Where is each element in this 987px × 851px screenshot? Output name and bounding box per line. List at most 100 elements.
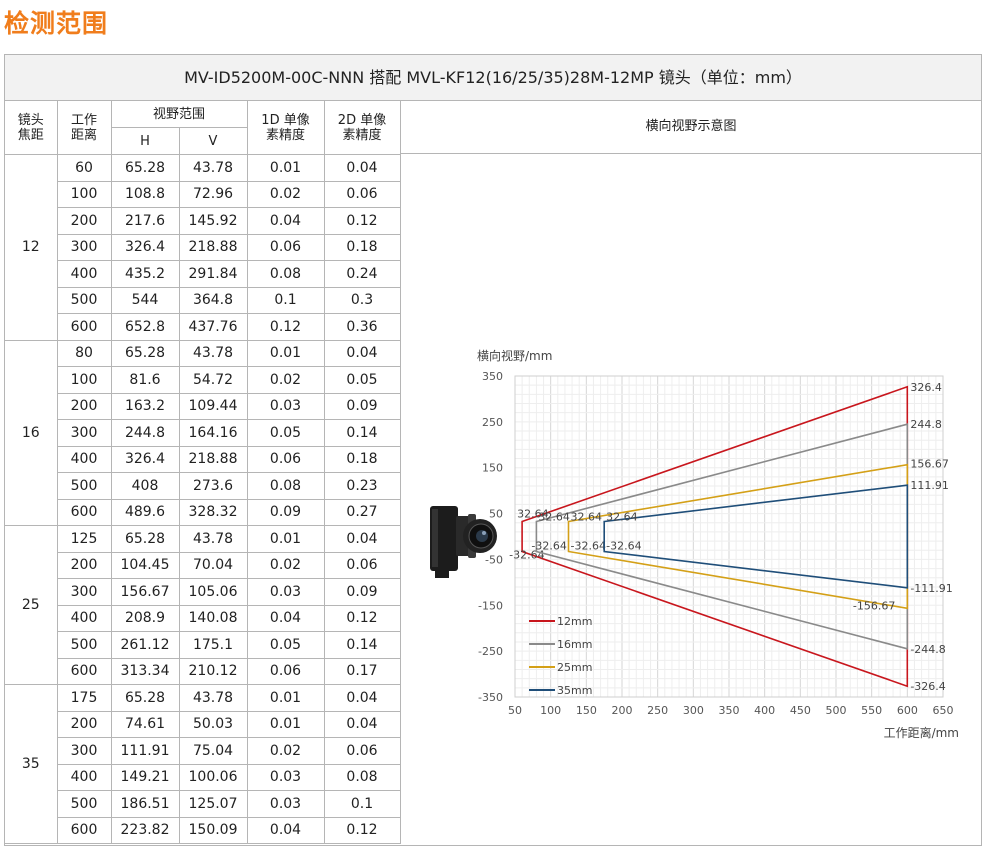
precision-2d-cell: 0.05: [323, 366, 401, 394]
near-label-neg: -32.64: [571, 539, 606, 552]
precision-2d-cell: 0.23: [323, 472, 401, 500]
precision-2d-cell: 0.09: [323, 392, 401, 420]
fov-h-cell: 489.6: [110, 498, 180, 526]
fov-h-cell: 326.4: [110, 233, 180, 261]
precision-1d-cell: 0.03: [246, 790, 325, 818]
precision-1d-cell: 0.02: [246, 551, 325, 579]
x-tick-label: 600: [897, 704, 918, 717]
precision-2d-cell: 0.12: [323, 604, 401, 632]
header-working-distance: 工作 距离: [56, 100, 112, 155]
fov-h-cell: 261.12: [110, 631, 180, 659]
precision-1d-cell: 0.03: [246, 578, 325, 606]
table-row: 500 544 364.8 0.1 0.3: [5, 286, 401, 314]
x-axis-title: 工作距离/mm: [884, 725, 959, 740]
fov-v-cell: 328.32: [178, 498, 248, 526]
table-row: 300 111.91 75.04 0.02 0.06: [5, 737, 401, 765]
table-row: 600 652.8 437.76 0.12 0.36: [5, 313, 401, 341]
near-label-pos: 32.64: [538, 511, 570, 524]
precision-1d-cell: 0.1: [246, 286, 325, 314]
working-distance-cell: 300: [56, 737, 112, 765]
fov-h-cell: 313.34: [110, 657, 180, 685]
precision-2d-cell: 0.3: [323, 286, 401, 314]
precision-2d-cell: 0.04: [323, 525, 401, 553]
near-label-pos: 32.64: [571, 511, 603, 524]
x-tick-label: 500: [826, 704, 847, 717]
fov-h-cell: 163.2: [110, 392, 180, 420]
focal-length-cell: 35: [5, 684, 58, 844]
near-label-neg: -32.64: [531, 539, 566, 552]
working-distance-cell: 400: [56, 445, 112, 473]
x-tick-label: 250: [647, 704, 668, 717]
working-distance-cell: 500: [56, 472, 112, 500]
legend-label: 12mm: [557, 615, 592, 628]
precision-1d-cell: 0.02: [246, 366, 325, 394]
working-distance-cell: 300: [56, 233, 112, 261]
working-distance-cell: 400: [56, 260, 112, 288]
legend-label: 35mm: [557, 684, 592, 697]
fov-v-cell: 437.76: [178, 313, 248, 341]
fov-h-cell: 186.51: [110, 790, 180, 818]
x-tick-label: 350: [719, 704, 740, 717]
x-tick-label: 100: [540, 704, 561, 717]
diagram-title: 横向视野示意图: [401, 100, 981, 154]
model-banner: MV-ID5200M-00C-NNN 搭配 MVL-KF12(16/25/35)…: [5, 55, 981, 101]
header-fov: 视野范围: [110, 100, 248, 128]
precision-1d-cell: 0.01: [246, 339, 325, 367]
precision-1d-cell: 0.04: [246, 207, 325, 235]
precision-2d-cell: 0.36: [323, 313, 401, 341]
x-tick-label: 550: [861, 704, 882, 717]
fov-v-cell: 43.78: [178, 339, 248, 367]
table-row: 500 186.51 125.07 0.03 0.1: [5, 790, 401, 818]
working-distance-cell: 600: [56, 498, 112, 526]
table-row: 400 208.9 140.08 0.04 0.12: [5, 604, 401, 632]
working-distance-cell: 175: [56, 684, 112, 712]
y-tick-label: 50: [489, 508, 503, 521]
precision-1d-cell: 0.12: [246, 313, 325, 341]
fov-h-cell: 108.8: [110, 180, 180, 208]
table-row: 100 81.6 54.72 0.02 0.05: [5, 366, 401, 394]
focal-length-cell: 25: [5, 525, 58, 685]
legend-label: 25mm: [557, 661, 592, 674]
fov-v-cell: 164.16: [178, 419, 248, 447]
fov-h-cell: 65.28: [110, 154, 180, 182]
working-distance-cell: 200: [56, 392, 112, 420]
fov-h-cell: 435.2: [110, 260, 180, 288]
fov-v-cell: 218.88: [178, 445, 248, 473]
x-tick-label: 150: [576, 704, 597, 717]
x-tick-label: 650: [933, 704, 954, 717]
precision-1d-cell: 0.09: [246, 498, 325, 526]
precision-2d-cell: 0.18: [323, 445, 401, 473]
series-35mm-outline: [603, 484, 909, 589]
table-row: 100 108.8 72.96 0.02 0.06: [5, 180, 401, 208]
fov-h-cell: 544: [110, 286, 180, 314]
fov-h-cell: 326.4: [110, 445, 180, 473]
y-axis-title: 横向视野/mm: [477, 348, 552, 363]
focal-length-cell: 12: [5, 154, 58, 341]
table-row: 16 80 65.28 43.78 0.01 0.04: [5, 339, 401, 526]
precision-2d-cell: 0.18: [323, 233, 401, 261]
precision-2d-cell: 0.14: [323, 419, 401, 447]
working-distance-cell: 400: [56, 604, 112, 632]
table-row: 200 74.61 50.03 0.01 0.04: [5, 710, 401, 738]
precision-2d-cell: 0.27: [323, 498, 401, 526]
working-distance-cell: 200: [56, 710, 112, 738]
working-distance-cell: 100: [56, 180, 112, 208]
y-tick-label: -150: [478, 599, 503, 612]
table-row: 35 175 65.28 43.78 0.01 0.04: [5, 684, 401, 844]
precision-1d-cell: 0.01: [246, 684, 325, 712]
working-distance-cell: 500: [56, 286, 112, 314]
far-label-neg: -244.8: [910, 643, 945, 656]
x-tick-label: 50: [508, 704, 522, 717]
header-focal: 镜头 焦距: [5, 100, 58, 155]
fov-h-cell: 149.21: [110, 763, 180, 791]
y-tick-label: 150: [482, 462, 503, 475]
fov-v-cell: 175.1: [178, 631, 248, 659]
y-tick-label: -250: [478, 645, 503, 658]
fov-h-cell: 81.6: [110, 366, 180, 394]
table-row: 400 435.2 291.84 0.08 0.24: [5, 260, 401, 288]
near-label-neg: -32.64: [606, 539, 641, 552]
fov-v-cell: 109.44: [178, 392, 248, 420]
precision-2d-cell: 0.06: [323, 180, 401, 208]
fov-v-cell: 291.84: [178, 260, 248, 288]
table-row: 400 326.4 218.88 0.06 0.18: [5, 445, 401, 473]
